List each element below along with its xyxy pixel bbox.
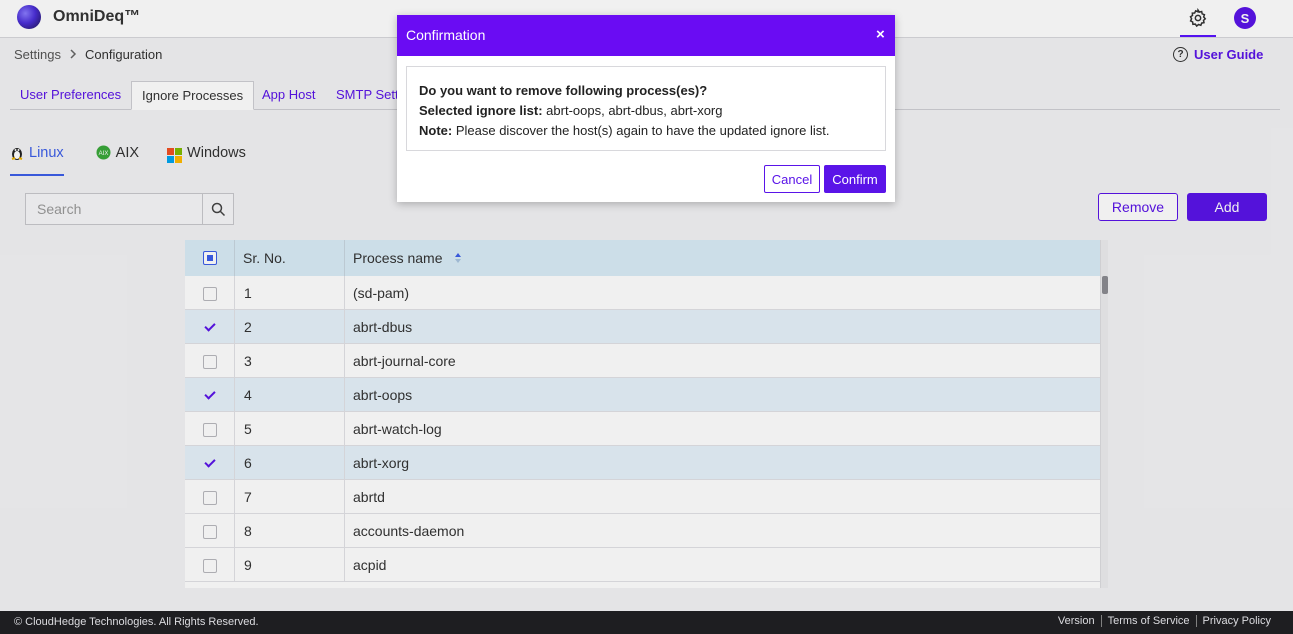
close-icon[interactable]: × [876,26,885,43]
dialog-message: Do you want to remove following process(… [406,66,886,151]
dialog-note: Note: Please discover the host(s) again … [419,123,830,138]
confirm-button[interactable]: Confirm [824,165,886,193]
cancel-button[interactable]: Cancel [764,165,820,193]
dialog-title: Confirmation [406,27,486,43]
dialog-header: Confirmation × [397,15,895,56]
confirmation-dialog: Confirmation × Do you want to remove fol… [397,15,895,202]
dialog-question: Do you want to remove following process(… [419,83,708,98]
dialog-selected-list: Selected ignore list: abrt-oops, abrt-db… [419,103,723,118]
